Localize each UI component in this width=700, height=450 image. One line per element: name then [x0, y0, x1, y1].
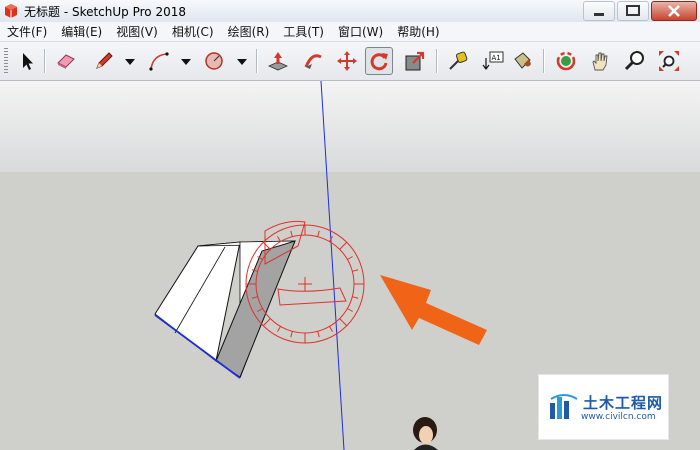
protractor-tick: [317, 331, 320, 338]
large-toolset-toolbar: A1: [0, 42, 700, 81]
tape-measure-tool-button[interactable]: [444, 47, 472, 75]
select-tool-button[interactable]: [13, 47, 41, 75]
menu-file[interactable]: 文件(F): [0, 23, 54, 40]
close-icon: [668, 5, 680, 17]
push-pull-icon: [268, 52, 288, 71]
menu-draw[interactable]: 绘图(R): [221, 23, 277, 40]
menu-window[interactable]: 窗口(W): [331, 23, 390, 40]
orbit-icon: [556, 51, 576, 71]
protractor-tick: [339, 318, 348, 327]
arc-dropdown[interactable]: [180, 47, 192, 75]
protractor-tick: [262, 318, 271, 327]
civilcn-logo-icon: [550, 394, 578, 419]
shape-dropdown[interactable]: [236, 47, 248, 75]
protractor-tick: [347, 308, 353, 312]
maximize-button[interactable]: [617, 1, 649, 21]
blue-axis-line: [320, 81, 345, 450]
zoom-extents-tool-button[interactable]: [655, 47, 683, 75]
sketchup-app-icon: [5, 4, 17, 18]
shape-icon: [205, 52, 223, 70]
protractor-tick: [347, 256, 353, 260]
protractor-tick: [290, 331, 293, 338]
arc-icon: [149, 52, 169, 71]
rotate-tool-button[interactable]: [365, 47, 393, 75]
minimize-button[interactable]: [583, 1, 615, 21]
move-tool-button[interactable]: [333, 47, 361, 75]
zoom-extents-icon: [659, 51, 679, 71]
watermark-url: www.civilcn.com: [581, 412, 656, 422]
arc-tool-button[interactable]: [145, 47, 173, 75]
watermark: 土木工程网 www.civilcn.com: [538, 374, 669, 440]
annotation-arrow: [380, 275, 487, 345]
paint-bucket-icon: [514, 52, 531, 69]
box-model[interactable]: [154, 240, 296, 379]
scale-tool-button[interactable]: [401, 47, 429, 75]
menu-edit[interactable]: 编辑(E): [54, 23, 109, 40]
watermark-name: 土木工程网: [583, 394, 664, 412]
protractor-tick: [352, 269, 359, 272]
tape-measure-icon: [449, 51, 468, 70]
pan-tool-button[interactable]: [586, 47, 614, 75]
maximize-icon: [626, 5, 640, 16]
rotate-icon: [370, 53, 388, 71]
pencil-tool-button[interactable]: [90, 47, 118, 75]
protractor-tick: [277, 236, 281, 242]
pencil-dropdown[interactable]: [124, 47, 136, 75]
close-button[interactable]: [651, 1, 697, 21]
protractor-tick: [329, 326, 333, 332]
zoom-tool-button[interactable]: [621, 47, 649, 75]
orbit-tool-button[interactable]: [552, 47, 580, 75]
minimize-icon: [594, 13, 604, 16]
eraser-icon: [57, 54, 75, 69]
zoom-icon: [624, 51, 644, 71]
text-icon: A1: [482, 51, 504, 70]
menu-tools[interactable]: 工具(T): [276, 23, 331, 40]
scale-icon: [405, 51, 425, 71]
title-bar: 无标题 - SketchUp Pro 2018: [0, 0, 700, 23]
eraser-tool-button[interactable]: [52, 47, 80, 75]
select-icon: [23, 53, 33, 70]
shape-tool-button[interactable]: [200, 47, 228, 75]
text-tool-label: A1: [492, 54, 501, 62]
paint-bucket-tool-button[interactable]: [508, 47, 536, 75]
drawing-viewport[interactable]: 土木工程网 www.civilcn.com: [0, 81, 700, 450]
pan-icon: [592, 52, 608, 71]
menu-view[interactable]: 视图(V): [109, 23, 165, 40]
menu-bar: 文件(F) 编辑(E) 视图(V) 相机(C) 绘图(R) 工具(T) 窗口(W…: [0, 22, 700, 42]
follow-me-tool-button[interactable]: [299, 47, 327, 75]
menu-help[interactable]: 帮助(H): [390, 23, 446, 40]
push-pull-tool-button[interactable]: [264, 47, 292, 75]
protractor-tick: [290, 230, 293, 237]
protractor-tick: [317, 230, 320, 237]
window-title: 无标题 - SketchUp Pro 2018: [24, 5, 186, 19]
follow-me-icon: [304, 54, 322, 69]
menu-camera[interactable]: 相机(C): [165, 23, 221, 40]
protractor-tick: [339, 241, 348, 250]
toolbar-grip[interactable]: [4, 48, 8, 74]
protractor-tick: [352, 296, 359, 299]
person-figure: [413, 417, 438, 450]
text-tool-button[interactable]: A1: [479, 47, 507, 75]
move-icon: [337, 51, 357, 71]
pencil-icon: [96, 52, 113, 69]
protractor-tick: [277, 326, 281, 332]
